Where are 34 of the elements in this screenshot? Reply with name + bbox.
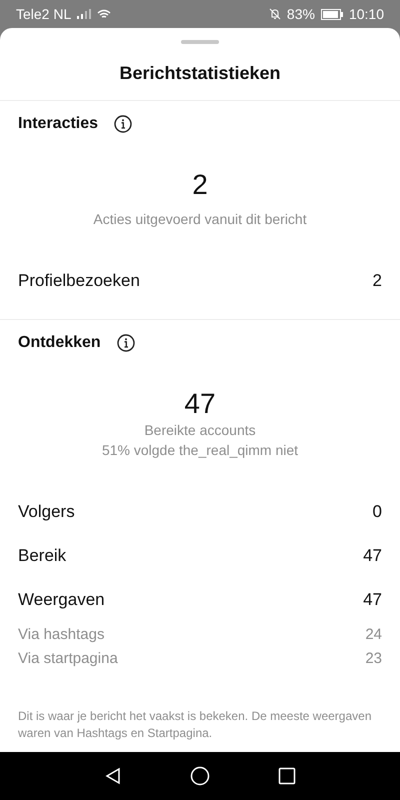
drag-handle[interactable] [181, 40, 219, 44]
clock: 10:10 [348, 6, 384, 22]
stat-caption: Acties uitgevoerd vanuit dit bericht [92, 210, 308, 229]
metric-value: 2 [372, 271, 382, 291]
recents-icon[interactable] [278, 767, 296, 785]
carrier-name: Tele2 NL [16, 6, 72, 22]
info-icon[interactable] [116, 334, 135, 352]
stat-number: 47 [183, 388, 217, 420]
metric-value: 47 [363, 546, 382, 566]
metric-label: Volgers [18, 502, 75, 522]
home-icon[interactable] [190, 766, 210, 786]
signal-icon [77, 9, 92, 19]
metric-value: 47 [363, 590, 382, 610]
battery-icon [320, 8, 343, 20]
info-icon[interactable] [114, 115, 132, 133]
section-heading: Interacties [18, 115, 98, 133]
metric-label: Weergaven [18, 590, 105, 610]
metric-label: Via hashtags [18, 626, 104, 642]
muted-bell-icon [268, 8, 281, 20]
battery-percentage: 83% [286, 6, 315, 22]
sheet-title: Berichtstatistieken [0, 63, 400, 101]
metric-value: 24 [365, 626, 382, 642]
stat-caption: 51% volgde the_real_qimm niet [100, 441, 300, 460]
explanation-text: Dit is waar je bericht het vaakst is bekeken. De meeste weergaven waren van Hashtags en Startpagina. [18, 708, 373, 742]
metric-label: Via startpagina [18, 650, 118, 666]
metric-value: 23 [365, 650, 382, 666]
metric-value: 0 [372, 502, 382, 522]
stat-number: 2 [191, 169, 209, 201]
back-icon[interactable] [104, 767, 122, 785]
metric-label: Profielbezoeken [18, 271, 140, 291]
wifi-icon [97, 9, 112, 19]
metric-label: Bereik [18, 546, 66, 566]
section-heading: Ontdekken [18, 334, 101, 352]
stat-caption: Bereikte accounts [143, 421, 257, 440]
